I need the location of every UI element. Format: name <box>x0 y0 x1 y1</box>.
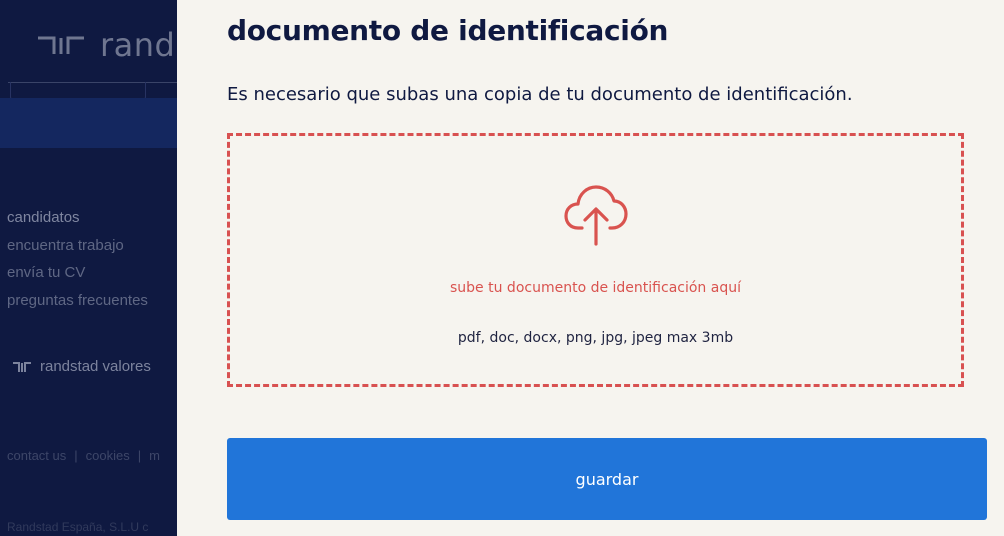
upload-panel: documento de identificación Es necesario… <box>177 0 1004 536</box>
dropzone-label[interactable]: sube tu documento de identificación aquí <box>450 280 741 296</box>
nav-link-preguntas[interactable]: preguntas frecuentes <box>7 287 148 315</box>
footer-links: contact us | cookies | m <box>7 448 160 463</box>
valores-label: randstad valores <box>40 358 151 375</box>
brand-name: rand <box>100 26 176 64</box>
save-button[interactable]: guardar <box>227 438 987 520</box>
footer-link-cookies[interactable]: cookies <box>86 448 130 463</box>
copyright: Randstad España, S.L.U c <box>7 520 149 534</box>
panel-title: documento de identificación <box>227 14 669 47</box>
file-dropzone[interactable]: sube tu documento de identificación aquí… <box>227 133 964 387</box>
cloud-upload-icon <box>563 185 628 246</box>
randstad-valores-link[interactable]: randstad valores <box>12 358 151 375</box>
randstad-logo[interactable]: rand <box>36 26 175 64</box>
header-band <box>0 98 180 148</box>
nav-link-envia-cv[interactable]: envía tu CV <box>7 259 148 287</box>
dropzone-formats: pdf, doc, docx, png, jpg, jpeg max 3mb <box>457 330 734 346</box>
footer-separator: | <box>137 448 142 463</box>
randstad-mini-logo-icon <box>13 361 31 372</box>
footer-link-contact[interactable]: contact us <box>7 448 66 463</box>
nav-heading: candidatos <box>7 209 80 226</box>
nav-link-encuentra-trabajo[interactable]: encuentra trabajo <box>7 232 148 260</box>
footer-nav: candidatos encuentra trabajo envía tu CV… <box>7 204 148 314</box>
background-page: rand candidatos encuentra trabajo envía … <box>0 0 180 536</box>
footer-link-more[interactable]: m <box>149 448 160 463</box>
panel-description: Es necesario que subas una copia de tu d… <box>227 84 853 105</box>
footer-separator: | <box>74 448 78 463</box>
randstad-logo-icon <box>38 36 84 54</box>
